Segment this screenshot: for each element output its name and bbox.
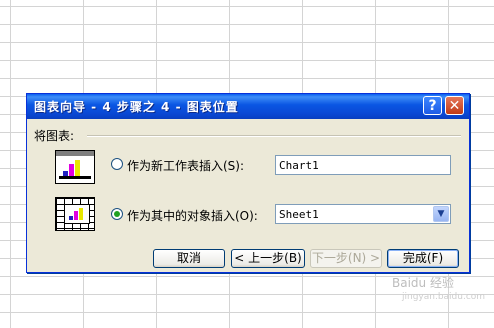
sheet-select-value: Sheet1 [279, 208, 319, 221]
object-in-sheet-radio[interactable] [111, 208, 123, 220]
group-label: 将图表: [34, 129, 75, 143]
watermark: Baidu 经验 [392, 276, 454, 290]
close-button[interactable]: ✕ [445, 96, 464, 115]
chevron-down-icon[interactable]: ▼ [433, 206, 449, 222]
radio-selected-dot [114, 211, 120, 217]
new-sheet-name-input[interactable]: Chart1 [275, 155, 451, 175]
dialog-title: 图表向导 - 4 步骤之 4 - 图表位置 [34, 100, 239, 114]
help-button[interactable]: ? [423, 96, 442, 115]
sheet-select[interactable]: Sheet1 ▼ [275, 204, 451, 224]
new-sheet-name-value: Chart1 [279, 159, 319, 172]
object-in-sheet-label: 作为其中的对象插入(O): [127, 209, 258, 223]
watermark-url: jingyan.baidu.com [402, 292, 486, 302]
next-button[interactable]: 下一步(N) > [310, 249, 382, 268]
chart-wizard-dialog: 图表向导 - 4 步骤之 4 - 图表位置 ? ✕ 将图表: 作为新工作表插入(… [26, 93, 470, 273]
object-in-sheet-chart-icon [55, 197, 95, 231]
back-button[interactable]: < 上一步(B) [231, 249, 305, 268]
title-bar[interactable]: 图表向导 - 4 步骤之 4 - 图表位置 ? ✕ [27, 94, 469, 119]
new-sheet-chart-icon [55, 150, 95, 184]
new-sheet-radio[interactable] [111, 158, 123, 170]
finish-button[interactable]: 完成(F) [387, 249, 459, 268]
spreadsheet-background: { "dialog": { "title": "图表向导 - 4 步骤之 4 -… [0, 0, 494, 328]
cancel-button[interactable]: 取消 [153, 249, 225, 268]
group-divider [87, 135, 461, 137]
new-sheet-label: 作为新工作表插入(S): [127, 159, 245, 173]
